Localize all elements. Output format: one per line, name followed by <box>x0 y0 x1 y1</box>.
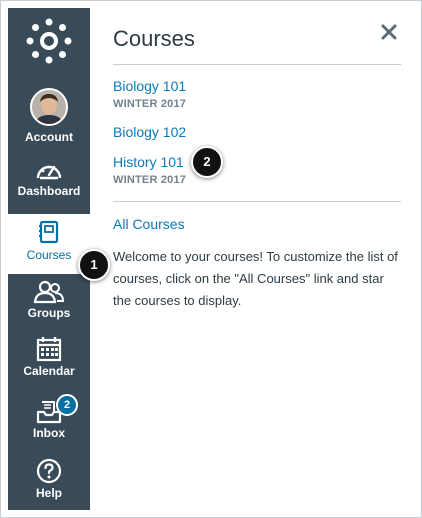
callout-marker: 1 <box>78 249 110 281</box>
divider <box>113 201 401 202</box>
course-link[interactable]: Biology 101 <box>113 78 186 94</box>
course-link[interactable]: History 101 <box>113 154 186 170</box>
tray-title: Courses <box>113 26 195 51</box>
nav-item-help[interactable]: Help <box>8 458 90 506</box>
help-icon <box>36 458 62 484</box>
nav-label-inbox: Inbox <box>33 426 65 440</box>
all-courses-link[interactable]: All Courses <box>113 216 185 232</box>
course-term: WINTER 2017 <box>113 98 187 110</box>
course-item-biology-101: Biology 101 WINTER 2017 <box>113 78 186 110</box>
nav-label-account: Account <box>25 130 73 144</box>
nav-item-account[interactable]: Account <box>8 88 90 146</box>
course-link[interactable]: Biology 102 <box>113 124 186 140</box>
nav-label-dashboard: Dashboard <box>17 184 81 198</box>
dashboard-icon <box>36 165 62 180</box>
inbox-unread-badge: 2 <box>56 394 78 416</box>
calendar-icon <box>36 337 62 362</box>
canvas-logo-icon[interactable] <box>25 17 73 65</box>
global-navigation: Account Dashboard Courses Groups Calenda… <box>8 8 90 510</box>
course-term: WINTER 2017 <box>113 174 187 186</box>
welcome-message: Welcome to your courses! To customize th… <box>113 249 398 308</box>
courses-icon <box>39 220 59 244</box>
nav-label-help: Help <box>35 486 62 500</box>
nav-item-inbox[interactable]: 2 Inbox <box>8 394 90 448</box>
nav-label-calendar: Calendar <box>23 364 75 378</box>
nav-item-groups[interactable]: Groups <box>8 280 90 328</box>
callout-marker: 2 <box>191 146 223 178</box>
close-icon[interactable] <box>380 22 398 42</box>
nav-item-calendar[interactable]: Calendar <box>8 336 90 386</box>
course-item-history-101: History 101 WINTER 2017 <box>113 154 186 186</box>
groups-icon <box>33 280 65 304</box>
nav-item-dashboard[interactable]: Dashboard <box>8 160 90 210</box>
course-item-biology-102: Biology 102 <box>113 124 186 140</box>
avatar <box>30 88 68 126</box>
nav-label-groups: Groups <box>27 306 71 320</box>
divider <box>113 64 401 65</box>
